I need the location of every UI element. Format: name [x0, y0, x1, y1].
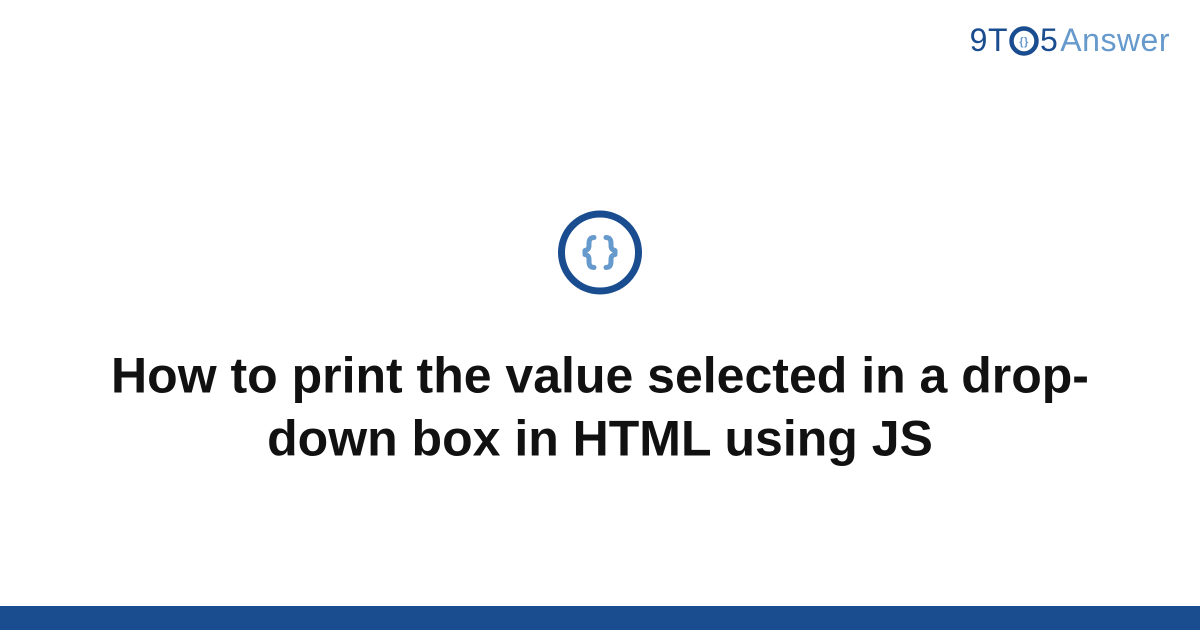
- footer-bar: [0, 606, 1200, 630]
- content-block: How to print the value selected in a dro…: [0, 211, 1200, 470]
- logo-text-9t: 9T: [970, 22, 1008, 59]
- site-logo: 9T {} 5 Answer: [970, 22, 1170, 59]
- page-title: How to print the value selected in a dro…: [110, 345, 1090, 470]
- logo-text-5: 5: [1040, 22, 1058, 59]
- logo-zero-icon: {}: [1009, 26, 1039, 56]
- logo-text-answer: Answer: [1060, 22, 1170, 59]
- svg-text:{}: {}: [1019, 36, 1029, 48]
- code-braces-icon: [558, 211, 642, 295]
